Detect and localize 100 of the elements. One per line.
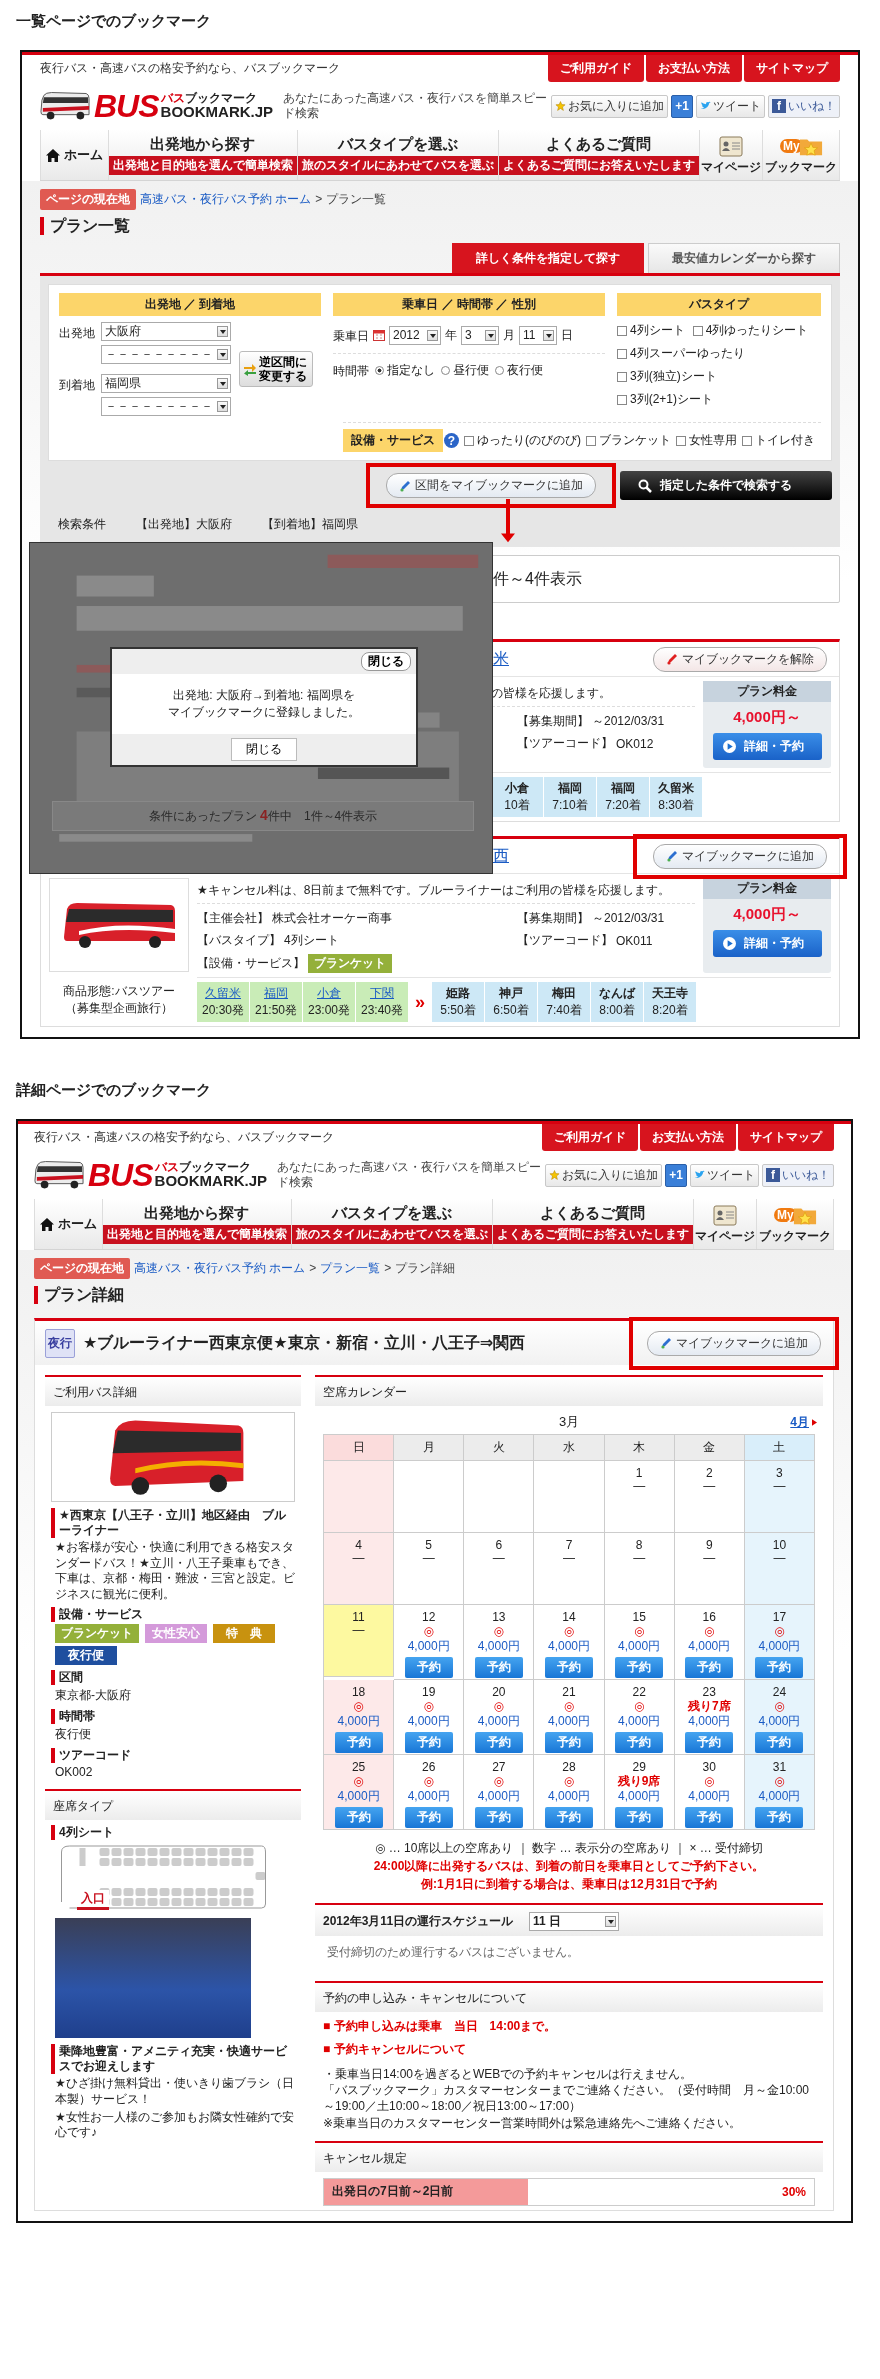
- close-button[interactable]: 閉じる: [361, 652, 411, 671]
- section-heading: バスタイプ: [617, 293, 821, 316]
- search-button[interactable]: 指定した条件で検索する: [620, 471, 832, 500]
- social-button[interactable]: +1: [665, 1163, 687, 1187]
- checkbox[interactable]: 4列シート: [617, 322, 685, 339]
- reserve-button[interactable]: 予約: [545, 1807, 593, 1828]
- section-heading: 乗車日 ／ 時間帯 ／ 性別: [333, 293, 605, 316]
- close-button[interactable]: 閉じる: [231, 738, 297, 761]
- select-field[interactable]: 福岡県: [101, 374, 231, 393]
- reserve-button[interactable]: 予約: [755, 1807, 804, 1828]
- header-link[interactable]: お支払い方法: [640, 1124, 736, 1151]
- day-number: 31: [772, 1760, 787, 1774]
- breadcrumb-link[interactable]: 高速バス・夜行バス予約 ホーム: [140, 190, 312, 208]
- checkbox[interactable]: 3列(独立)シート: [617, 368, 809, 385]
- checkbox[interactable]: 3列(2+1)シート: [617, 391, 809, 408]
- reserve-button[interactable]: 予約: [685, 1732, 734, 1753]
- nav-item[interactable]: ホーム: [40, 130, 108, 180]
- breadcrumb-link[interactable]: 高速バス・夜行バス予約 ホーム: [134, 1259, 306, 1277]
- header-link[interactable]: ご利用ガイド: [548, 55, 644, 82]
- plan-title-link[interactable]: 米: [493, 648, 509, 670]
- header-link[interactable]: サイトマップ: [744, 55, 840, 82]
- checkbox[interactable]: 4列ゆったりシート: [692, 322, 809, 339]
- day-price: 4,000円: [337, 1713, 380, 1730]
- radio-button[interactable]: 昼行便: [441, 361, 489, 379]
- nav-item[interactable]: バスタイプを選ぶ 旅のスタイルにあわせてバスを選ぶ: [290, 1199, 492, 1249]
- reserve-button[interactable]: 予約: [474, 1657, 523, 1678]
- nav-item[interactable]: 出発地から探す 出発地と目的地を選んで簡単検索: [107, 130, 297, 180]
- detail-button[interactable]: 詳細・予約: [712, 930, 822, 957]
- search-tab[interactable]: 最安値カレンダーから探す: [648, 243, 840, 273]
- fact-label: ツアーコード: [51, 1748, 295, 1764]
- reserve-button[interactable]: 予約: [615, 1732, 664, 1753]
- stop-link[interactable]: 下関: [370, 985, 394, 1002]
- social-button[interactable]: +1: [671, 94, 693, 118]
- social-button[interactable]: ツイート: [696, 94, 765, 118]
- nav-item[interactable]: バスタイプを選ぶ 旅のスタイルにあわせてバスを選ぶ: [296, 130, 498, 180]
- stop-link[interactable]: 小倉: [317, 985, 341, 1002]
- select-field[interactable]: 3: [461, 325, 499, 345]
- feature-text: ★ひざ掛け無料貸出・使いきり歯ブラシ（日本製）サービス！: [55, 2076, 295, 2108]
- reserve-button[interactable]: 予約: [685, 1807, 734, 1828]
- next-month-link[interactable]: 4月: [790, 1413, 809, 1431]
- header-link[interactable]: サイトマップ: [738, 1124, 834, 1151]
- day-price: 4,000円: [758, 1638, 801, 1655]
- bookmark-button[interactable]: マイブックマークに追加: [647, 1330, 821, 1356]
- detail-button[interactable]: 詳細・予約: [712, 733, 822, 760]
- social-button[interactable]: f いいね！: [762, 1163, 834, 1187]
- day-price: 4,000円: [547, 1713, 590, 1730]
- nav-item[interactable]: My ブックマーク: [756, 1199, 834, 1249]
- availability-mark: ◎: [423, 1699, 434, 1713]
- checkbox[interactable]: ブランケット: [586, 432, 671, 449]
- select-field[interactable]: 11: [519, 325, 557, 345]
- reserve-button[interactable]: 予約: [474, 1732, 523, 1753]
- header-link[interactable]: お支払い方法: [646, 55, 742, 82]
- home-icon: [45, 148, 60, 162]
- stop-link[interactable]: 福岡: [264, 985, 288, 1002]
- help-icon[interactable]: ?: [444, 433, 459, 448]
- reserve-button[interactable]: 予約: [755, 1657, 804, 1678]
- header-link[interactable]: ご利用ガイド: [542, 1124, 638, 1151]
- bookmark-button[interactable]: 区間をマイブックマークに追加: [386, 473, 596, 498]
- nav-item[interactable]: よくあるご質問 よくあるご質問にお答えいたします: [491, 1199, 693, 1249]
- nav-item[interactable]: My ブックマーク: [762, 130, 840, 180]
- checkbox[interactable]: 4列スーパーゆったり: [617, 345, 809, 362]
- nav-item[interactable]: マイページ: [692, 1199, 757, 1249]
- feature-text: ★女性お一人様のご参加もお隣女性確約で安心です♪: [55, 2109, 295, 2141]
- reserve-button[interactable]: 予約: [615, 1807, 664, 1828]
- reserve-button[interactable]: 予約: [545, 1657, 593, 1678]
- social-button[interactable]: f いいね！: [768, 94, 840, 118]
- search-tab[interactable]: 詳しく条件を指定して探す: [452, 243, 644, 273]
- breadcrumb-link[interactable]: プラン一覧: [320, 1259, 381, 1277]
- select-field[interactable]: 2012: [389, 325, 441, 345]
- day-number: 26: [422, 1760, 436, 1774]
- select-field[interactable]: 11 日: [529, 1912, 620, 1931]
- social-button[interactable]: お気に入りに追加: [551, 94, 669, 118]
- reserve-button[interactable]: 予約: [474, 1807, 523, 1828]
- day-number: 7: [565, 1538, 573, 1552]
- bookmark-button[interactable]: マイブックマークに追加: [653, 843, 827, 869]
- nav-item[interactable]: よくあるご質問 よくあるご質問にお答えいたします: [497, 130, 699, 180]
- nav-item[interactable]: マイページ: [698, 130, 763, 180]
- radio-button[interactable]: 夜行便: [495, 361, 543, 379]
- checkbox[interactable]: 女性専用: [676, 432, 737, 449]
- reserve-button[interactable]: 予約: [615, 1657, 664, 1678]
- nav-item[interactable]: 出発地から探す 出発地と目的地を選んで簡単検索: [101, 1199, 291, 1249]
- reserve-button[interactable]: 予約: [545, 1732, 593, 1753]
- social-button[interactable]: お気に入りに追加: [545, 1163, 663, 1187]
- reserve-button[interactable]: 予約: [755, 1732, 804, 1753]
- day-number: 16: [702, 1610, 716, 1624]
- select-field[interactable]: －－－－－－－－－: [101, 397, 231, 416]
- swap-button[interactable]: 逆区間に変更する: [239, 350, 313, 388]
- checkbox[interactable]: トイレ付き: [742, 432, 815, 449]
- nav-item[interactable]: ホーム: [34, 1199, 102, 1249]
- social-button[interactable]: ツイート: [690, 1163, 759, 1187]
- select-field[interactable]: －－－－－－－－－: [101, 345, 231, 364]
- select-field[interactable]: 大阪府: [101, 322, 231, 341]
- stop-link[interactable]: 久留米: [205, 985, 241, 1002]
- plan-title-link[interactable]: 西: [493, 845, 509, 867]
- bookmark-button[interactable]: マイブックマークを解除: [653, 646, 827, 672]
- reserve-button[interactable]: 予約: [685, 1657, 734, 1678]
- radio-button[interactable]: 指定なし: [375, 361, 435, 379]
- availability-mark: ◎: [353, 1699, 364, 1713]
- table-cell-text: 30%: [780, 2183, 807, 2201]
- checkbox[interactable]: ゆったり(のびのび): [464, 432, 581, 449]
